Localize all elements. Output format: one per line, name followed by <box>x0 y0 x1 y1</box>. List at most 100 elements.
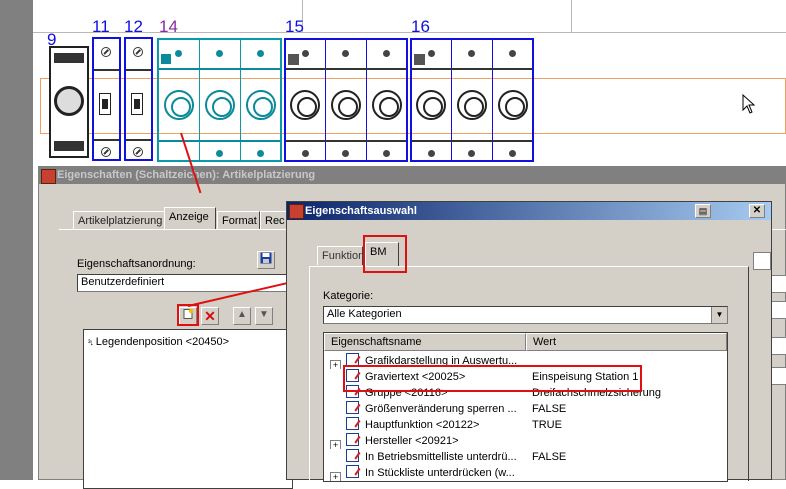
save-button[interactable] <box>257 251 275 269</box>
terminal-dot-icon <box>342 50 349 57</box>
canvas-left-gutter <box>0 0 33 480</box>
side-field[interactable] <box>771 275 786 293</box>
fuse-ring-icon <box>372 90 402 120</box>
device-terminal <box>54 141 84 151</box>
switch-toggle-icon <box>99 93 111 115</box>
arrangement-label: Eigenschaftsanordnung: <box>77 258 196 270</box>
table-row[interactable]: + In Stückliste unterdrücken (w... <box>324 465 727 481</box>
tab-format[interactable]: Format <box>217 211 260 230</box>
terminal-dot-icon <box>302 50 309 57</box>
arrow-up-icon: ▲ <box>237 309 247 320</box>
terminal-dot-icon <box>383 50 390 57</box>
module-12[interactable] <box>124 37 153 161</box>
terminal-dot-icon <box>216 150 223 157</box>
property-list[interactable]: ³↓ Legendenposition <20450> <box>83 329 293 489</box>
rail <box>126 69 151 71</box>
delete-icon: ✕ <box>204 308 216 324</box>
terminal-dot-icon <box>302 150 309 157</box>
app-icon <box>41 169 56 184</box>
module-label-16: 16 <box>411 17 430 36</box>
marker-icon <box>414 54 425 65</box>
arrow-down-icon: ▼ <box>259 309 269 320</box>
list-item-label: Legendenposition <20450> <box>95 336 230 348</box>
grid-line <box>571 0 572 32</box>
fuse-ring-icon <box>246 90 276 120</box>
sort-icon: ³↓ <box>88 338 94 347</box>
table-row[interactable]: + Hersteller <20921> <box>324 433 727 449</box>
module-label-12: 12 <box>124 17 143 36</box>
marker-icon <box>161 54 171 64</box>
side-field[interactable] <box>771 301 786 319</box>
close-button[interactable]: ✕ <box>749 204 765 218</box>
tab-funktion[interactable]: Funktion <box>317 246 363 265</box>
floppy-disk-icon <box>260 252 272 264</box>
fuse-ring-icon <box>205 90 235 120</box>
table-row[interactable]: In Betriebsmittelliste unterdrü... FALSE <box>324 449 727 465</box>
property-grid[interactable]: Eigenschaftsname Wert + Grafikdarstellun… <box>323 332 728 482</box>
table-row[interactable]: Hauptfunktion <20122> TRUE <box>324 417 727 433</box>
terminal-dot-icon <box>428 50 435 57</box>
module-14[interactable] <box>157 38 282 162</box>
category-value: Alle Kategorien <box>327 308 402 320</box>
chevron-down-icon[interactable]: ▼ <box>711 307 727 323</box>
module-11[interactable] <box>92 37 121 161</box>
terminal-dot-icon <box>342 150 349 157</box>
tab-anzeige[interactable]: Anzeige <box>164 207 216 229</box>
side-field[interactable] <box>771 367 786 385</box>
row-name: In Betriebsmittelliste unterdrü... <box>365 451 517 463</box>
app-icon <box>289 204 304 219</box>
list-item[interactable]: ³↓ Legendenposition <20450> <box>88 334 229 351</box>
terminal-dot-icon <box>428 150 435 157</box>
device-9[interactable] <box>49 46 89 158</box>
fuse-ring-icon <box>290 90 320 120</box>
terminal-dot-icon <box>509 150 516 157</box>
fuse-ring-icon <box>457 90 487 120</box>
grid-line <box>33 32 786 33</box>
category-dropdown[interactable]: Alle Kategorien ▼ <box>323 306 728 324</box>
properties-dialog-titlebar[interactable]: Eigenschaften (Schaltzeichen): Artikelpl… <box>39 167 785 184</box>
property-icon <box>346 449 359 462</box>
tab-artikelplatzierung[interactable]: Artikelplatzierung <box>73 211 165 230</box>
terminal-dot-icon <box>468 50 475 57</box>
screw-icon <box>101 147 111 157</box>
column-header-name[interactable]: Eigenschaftsname <box>324 333 526 351</box>
printer-icon: ▤ <box>698 206 708 216</box>
properties-dialog-title: Eigenschaften (Schaltzeichen): Artikelpl… <box>57 169 316 181</box>
fuse-ring-icon <box>416 90 446 120</box>
rail <box>412 68 532 70</box>
row-value: FALSE <box>532 403 567 415</box>
column-header-value[interactable]: Wert <box>526 333 727 351</box>
annotation-highlight <box>343 365 642 392</box>
property-icon <box>346 417 359 430</box>
terminal-dot-icon <box>509 50 516 57</box>
property-icon <box>346 433 359 446</box>
table-row[interactable]: Größenveränderung sperren ... FALSE <box>324 401 727 417</box>
screw-icon <box>133 47 143 57</box>
delete-button[interactable]: ✕ <box>201 307 219 325</box>
row-name: Hauptfunktion <20122> <box>365 419 480 431</box>
module-16[interactable] <box>410 38 534 162</box>
print-button[interactable]: ▤ <box>695 204 711 218</box>
move-down-button[interactable]: ▼ <box>255 307 273 325</box>
rail <box>126 139 151 141</box>
property-selection-dialog[interactable]: Eigenschaftsauswahl ▤ ✕ Funktion BM Kate… <box>286 201 772 482</box>
module-label-15: 15 <box>285 17 304 36</box>
expand-icon[interactable]: + <box>330 440 341 449</box>
close-icon: ✕ <box>752 205 762 216</box>
fuse-ring-icon <box>331 90 361 120</box>
row-name: Größenveränderung sperren ... <box>365 403 517 415</box>
marker-icon <box>288 54 299 65</box>
screw-icon <box>101 47 111 57</box>
rail <box>159 68 280 70</box>
side-field[interactable] <box>753 252 771 270</box>
device-knob-icon <box>54 86 84 116</box>
move-up-button[interactable]: ▲ <box>233 307 251 325</box>
side-field[interactable] <box>771 337 786 355</box>
terminal-dot-icon <box>175 50 182 57</box>
row-name: In Stückliste unterdrücken (w... <box>365 467 515 479</box>
expand-icon[interactable]: + <box>330 360 341 369</box>
module-15[interactable] <box>284 38 408 162</box>
terminal-dot-icon <box>383 150 390 157</box>
row-value: TRUE <box>532 419 562 431</box>
rail <box>286 68 406 70</box>
